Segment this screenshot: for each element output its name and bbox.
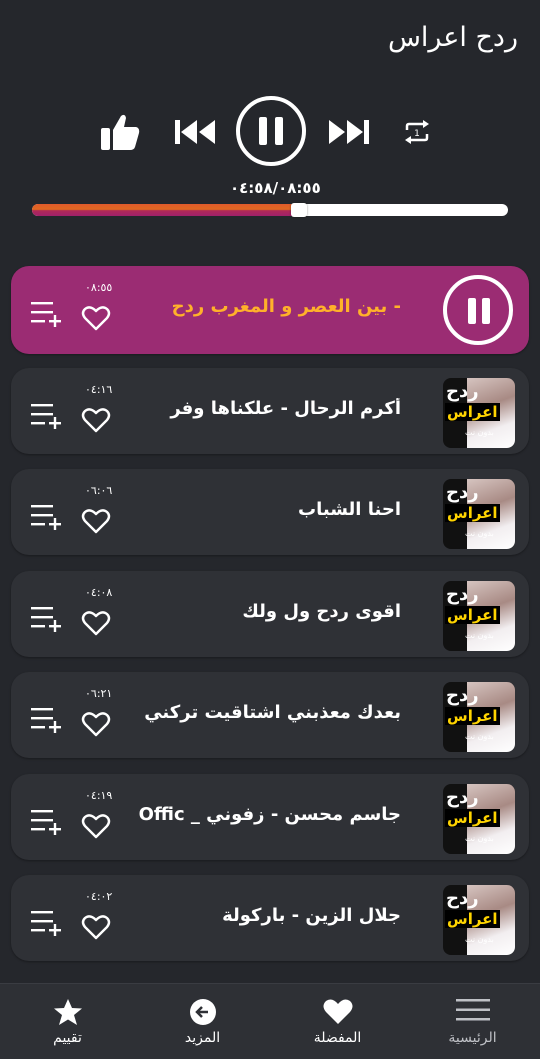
add-to-playlist-icon[interactable] [29, 806, 63, 836]
nav-label: تقييم [53, 1030, 82, 1046]
next-icon[interactable] [326, 114, 372, 150]
heart-outline-icon[interactable] [81, 913, 111, 941]
thumbnail-text: ردح [446, 583, 479, 605]
nav-label: المزيد [184, 1030, 221, 1046]
progress-fill [32, 204, 299, 216]
bottom-nav: تقييم المزيد المفضلة الرئيسية [0, 983, 540, 1059]
song-title: بعدك معذبني اشتاقيت تركني [144, 702, 401, 723]
song-duration: ٠٤:١٦ [85, 382, 113, 396]
song-title: جاسم محسن - زفوني _ Offic [138, 803, 401, 825]
progress-bar[interactable] [32, 203, 508, 217]
progress-knob[interactable] [290, 203, 307, 217]
thumbnail-text: ردح [446, 380, 479, 402]
nav-label: المفضلة [313, 1030, 362, 1046]
song-thumbnail: ردح اعراس بدون نت [443, 580, 515, 651]
song-title: - بين العصر و المغرب ردح [171, 296, 401, 317]
song-thumbnail: ردح اعراس بدون نت [443, 885, 515, 955]
nav-rate[interactable]: تقييم [0, 984, 135, 1059]
song-duration: ٠٨:٥٥ [85, 281, 113, 294]
thumbnail-text: بدون نت [465, 630, 494, 640]
repeat-one-icon[interactable]: 1 [398, 116, 436, 148]
heart-outline-icon[interactable] [81, 507, 111, 535]
heart-outline-icon[interactable] [81, 710, 111, 738]
song-row[interactable]: ردح اعراس بدون نت جلال الزين - باركولة ٠٤:٠٢ [11, 875, 529, 961]
nav-more[interactable]: المزيد [135, 984, 270, 1059]
thumbnail-text: بدون نت [465, 732, 494, 741]
thumbnail-text: ردح [446, 685, 479, 706]
row-pause-button[interactable] [443, 275, 513, 345]
song-title: جلال الزين - باركولة [222, 905, 401, 926]
svg-text:1: 1 [414, 129, 420, 139]
thumbs-up-icon[interactable] [98, 110, 142, 154]
song-thumbnail: ردح اعراس بدون نت [443, 479, 515, 549]
thumbnail-text: بدون نت [465, 935, 494, 944]
song-thumbnail: ردح اعراس بدون نت [443, 783, 515, 854]
song-row[interactable]: ردح اعراس بدون نت احنا الشباب ٠٦:٠٦ [11, 469, 529, 555]
song-row[interactable]: ردح اعراس بدون نت اقوى ردح ول ولك ٠٤:٠٨ [11, 570, 529, 657]
heart-outline-icon[interactable] [81, 304, 111, 332]
heart-outline-icon[interactable] [81, 609, 111, 637]
thumbnail-text: ردح [446, 888, 479, 909]
thumbnail-text: اعراس [445, 707, 500, 725]
nav-label: الرئيسية [448, 1030, 497, 1046]
song-title: اقوى ردح ول ولك [242, 600, 401, 622]
thumbnail-text: بدون نت [465, 529, 494, 538]
thumbnail-text: ردح [446, 482, 479, 503]
heart-outline-icon[interactable] [81, 406, 111, 434]
thumbnail-text: اعراس [445, 605, 500, 624]
song-title: احنا الشباب [298, 499, 401, 520]
nav-favorites[interactable]: المفضلة [270, 984, 405, 1059]
star-icon [53, 998, 83, 1030]
song-duration: ٠٤:٠٨ [85, 585, 113, 599]
add-to-playlist-icon[interactable] [29, 704, 63, 734]
song-title: أكرم الرحال - علكناها وفر [170, 397, 401, 419]
app-title: ردح اعراس [387, 22, 518, 53]
top-bar: ردح اعراس [0, 0, 540, 70]
add-to-playlist-icon[interactable] [29, 400, 63, 430]
pause-button[interactable] [234, 94, 308, 168]
thumbnail-text: اعراس [445, 808, 500, 827]
player-controls: 1 [0, 90, 540, 180]
heart-icon [323, 998, 353, 1029]
add-to-playlist-icon[interactable] [29, 603, 63, 633]
song-duration: ٠٤:٠٢ [85, 890, 113, 903]
song-row[interactable]: ردح اعراس بدون نت بعدك معذبني اشتاقيت تركني… [11, 672, 529, 758]
song-row[interactable]: ردح اعراس بدون نت جاسم محسن - زفوني _ Offic… [11, 773, 529, 860]
arrow-left-circle-icon [189, 998, 217, 1030]
time-readout: ٠٤:٥٨/٠٨:٥٥ [230, 179, 321, 197]
add-to-playlist-icon[interactable] [29, 907, 63, 937]
previous-icon[interactable] [172, 114, 218, 150]
thumbnail-text: اعراس [445, 504, 500, 522]
song-thumbnail: ردح اعراس بدون نت [443, 377, 515, 448]
thumbnail-text: بدون نت [465, 833, 494, 843]
thumbnail-text: ردح [446, 786, 479, 808]
add-to-playlist-icon[interactable] [29, 298, 63, 328]
heart-outline-icon[interactable] [81, 812, 111, 840]
song-duration: ٠٦:٢١ [85, 687, 113, 700]
song-duration: ٠٤:١٩ [85, 788, 113, 802]
menu-icon [455, 998, 490, 1026]
thumbnail-text: اعراس [445, 402, 500, 421]
song-row-active[interactable]: - بين العصر و المغرب ردح ٠٨:٥٥ [11, 266, 529, 354]
song-duration: ٠٦:٠٦ [85, 484, 113, 497]
add-to-playlist-icon[interactable] [29, 501, 63, 531]
nav-home[interactable]: الرئيسية [405, 984, 540, 1059]
thumbnail-text: اعراس [445, 910, 500, 928]
song-row[interactable]: ردح اعراس بدون نت أكرم الرحال - علكناها وفر… [11, 367, 529, 454]
song-thumbnail: ردح اعراس بدون نت [443, 682, 515, 752]
thumbnail-text: بدون نت [465, 427, 494, 437]
